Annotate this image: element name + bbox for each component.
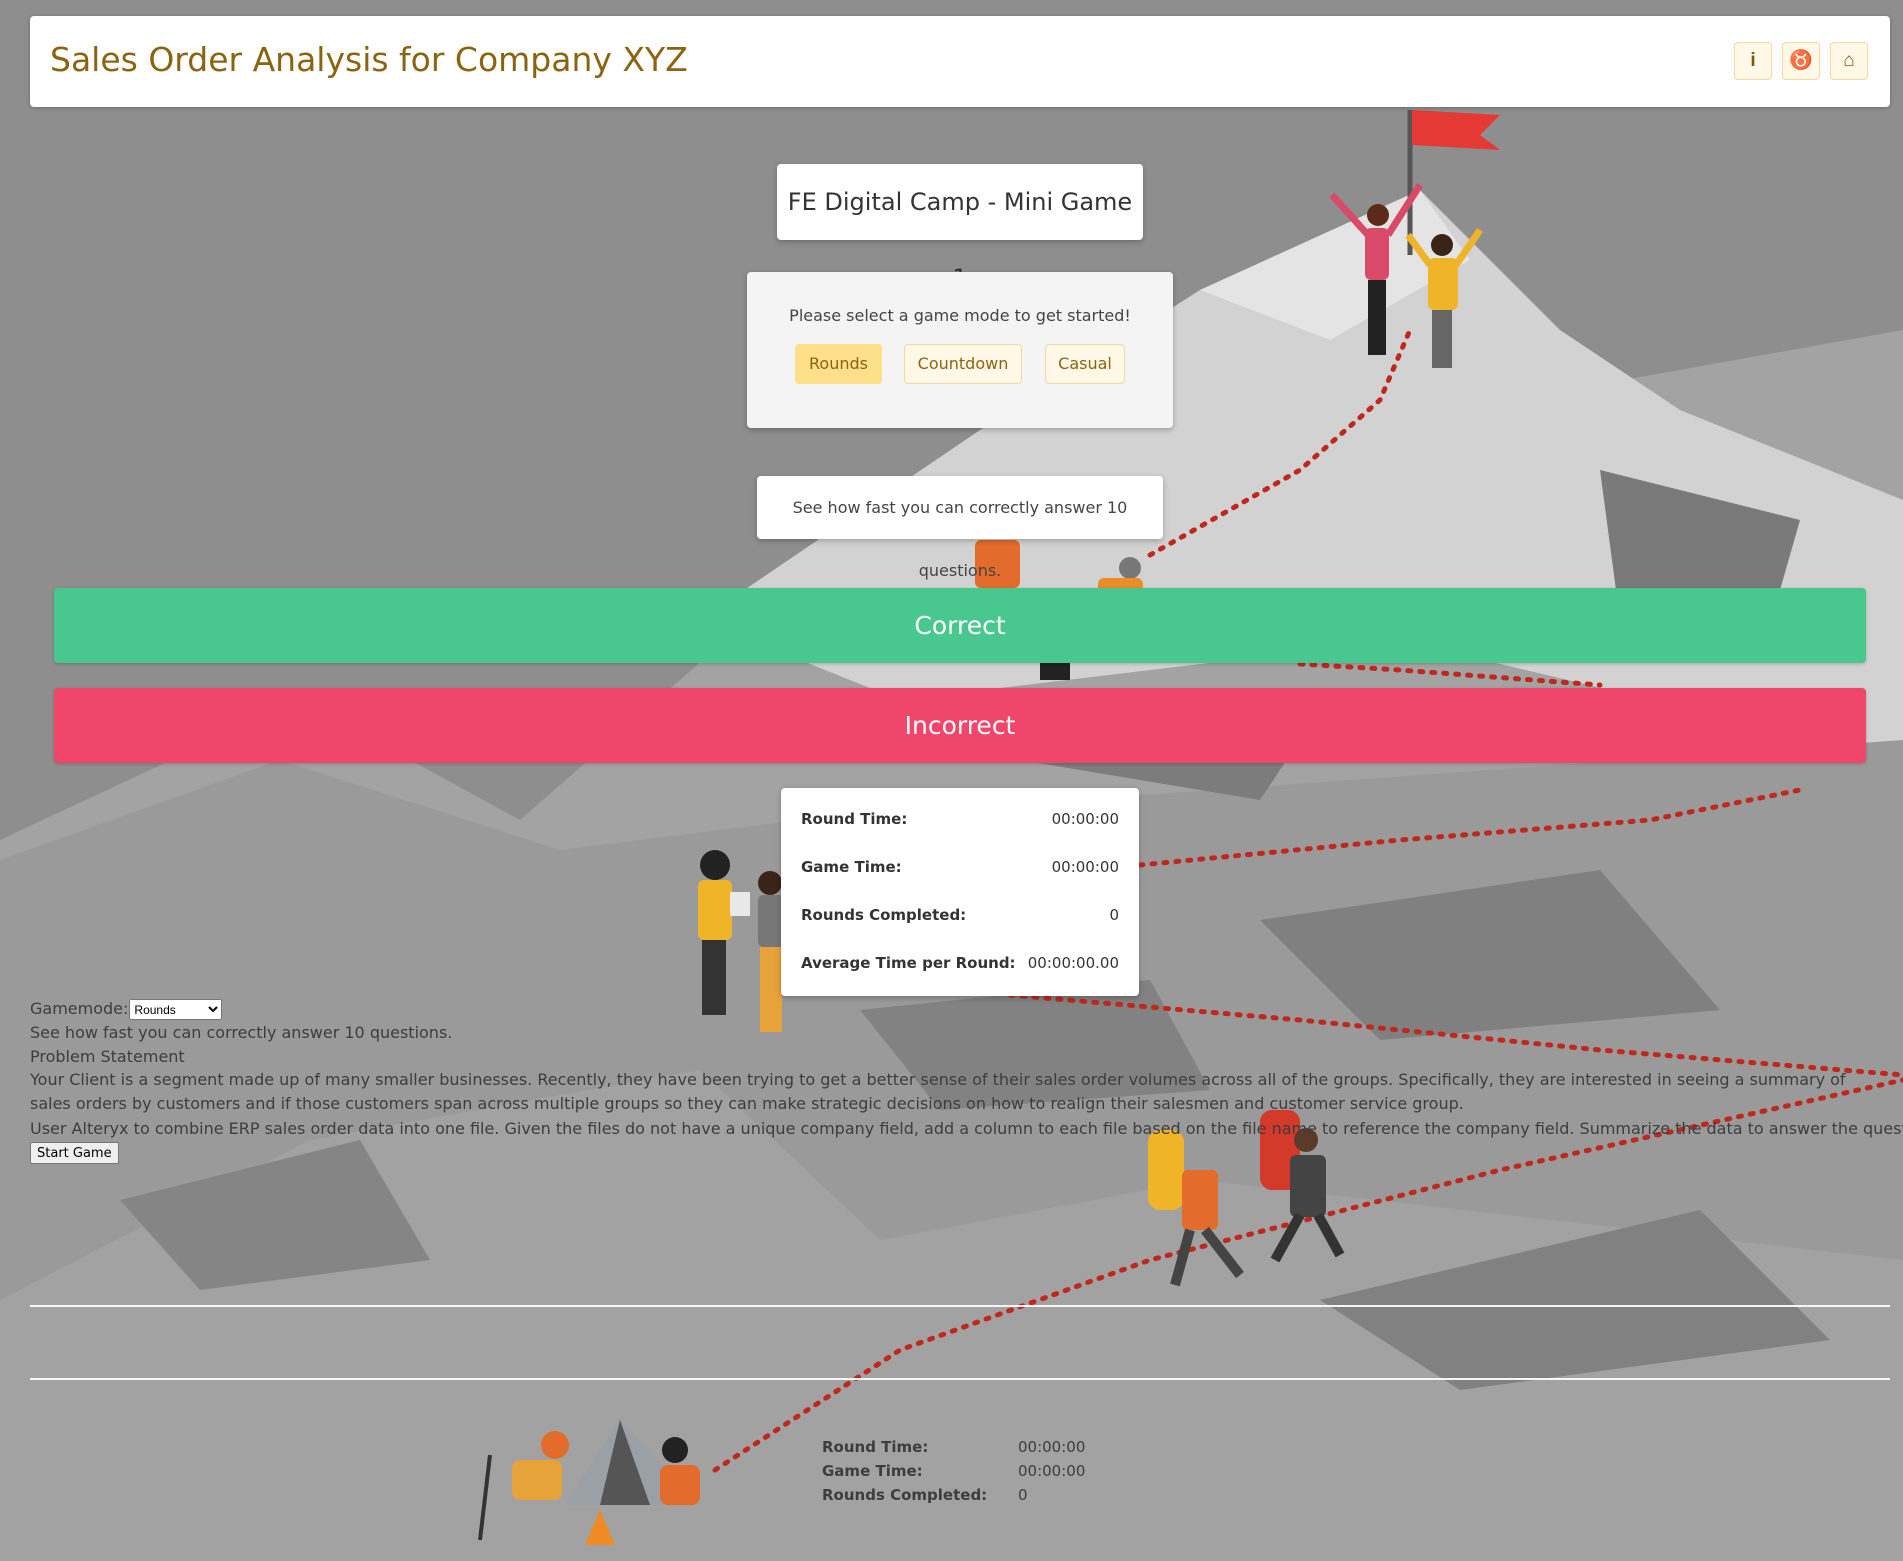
gamemode-label: Gamemode:	[30, 999, 129, 1018]
bottom-stat-value: 00:00:00	[1018, 1438, 1086, 1456]
stat-label: Average Time per Round:	[801, 954, 1016, 972]
stat-value: 00:00:00	[1051, 810, 1119, 828]
stats-card: Round Time: 00:00:00 Game Time: 00:00:00…	[781, 788, 1139, 996]
medal-icon: ♉	[1789, 50, 1813, 71]
raw-description: See how fast you can correctly answer 10…	[30, 1023, 453, 1042]
stat-label: Game Time:	[801, 858, 902, 876]
mode-casual-button[interactable]: Casual	[1045, 344, 1125, 384]
instruction-text: User Alteryx to combine ERP sales order …	[30, 1119, 1903, 1138]
stat-value: 0	[1109, 906, 1119, 924]
stat-round-time: Round Time: 00:00:00	[801, 810, 1119, 830]
mode-rounds-button[interactable]: Rounds	[795, 344, 882, 384]
game-title-card: FE Digital Camp - Mini Game 1	[777, 164, 1143, 292]
bottom-stat-label: Round Time:	[822, 1438, 929, 1456]
stat-game-time: Game Time: 00:00:00	[801, 858, 1119, 878]
page-title: Sales Order Analysis for Company XYZ	[50, 40, 688, 79]
stat-average-time: Average Time per Round: 00:00:00.00	[801, 954, 1119, 974]
mode-description-card: See how fast you can correctly answer 10…	[757, 476, 1163, 580]
stat-label: Rounds Completed:	[801, 906, 967, 924]
divider	[30, 1305, 1890, 1307]
divider	[30, 1378, 1890, 1380]
mode-countdown-button[interactable]: Countdown	[904, 344, 1022, 384]
mode-description: See how fast you can correctly answer 10…	[792, 498, 1128, 580]
bottom-stat-label: Game Time:	[822, 1462, 923, 1480]
stat-rounds-completed: Rounds Completed: 0	[801, 906, 1119, 926]
bottom-stat-value: 00:00:00	[1018, 1462, 1086, 1480]
bottom-stat-value: 0	[1018, 1486, 1028, 1504]
problem-text: Your Client is a segment made up of many…	[30, 1070, 1846, 1113]
gamemode-row: Gamemode: Rounds	[30, 999, 223, 1020]
correct-button[interactable]: Correct	[54, 588, 1866, 663]
mode-prompt: Please select a game mode to get started…	[789, 306, 1131, 325]
stat-value: 00:00:00	[1051, 858, 1119, 876]
info-button[interactable]: i	[1734, 42, 1772, 80]
bottom-stat-label: Rounds Completed:	[822, 1486, 988, 1504]
leaderboard-button[interactable]: ♉	[1782, 42, 1820, 80]
info-icon: i	[1750, 50, 1756, 71]
incorrect-button[interactable]: Incorrect	[54, 688, 1866, 763]
problem-heading: Problem Statement	[30, 1047, 185, 1066]
gamemode-select[interactable]: Rounds	[129, 999, 223, 1020]
app-header: Sales Order Analysis for Company XYZ i ♉…	[30, 16, 1890, 107]
stat-label: Round Time:	[801, 810, 908, 828]
home-button[interactable]: ⌂	[1830, 42, 1868, 80]
start-game-button[interactable]: Start Game	[30, 1142, 119, 1164]
stat-value: 00:00:00.00	[1027, 954, 1119, 972]
home-icon: ⌂	[1843, 50, 1855, 71]
mode-select-card: Please select a game mode to get started…	[747, 272, 1173, 428]
